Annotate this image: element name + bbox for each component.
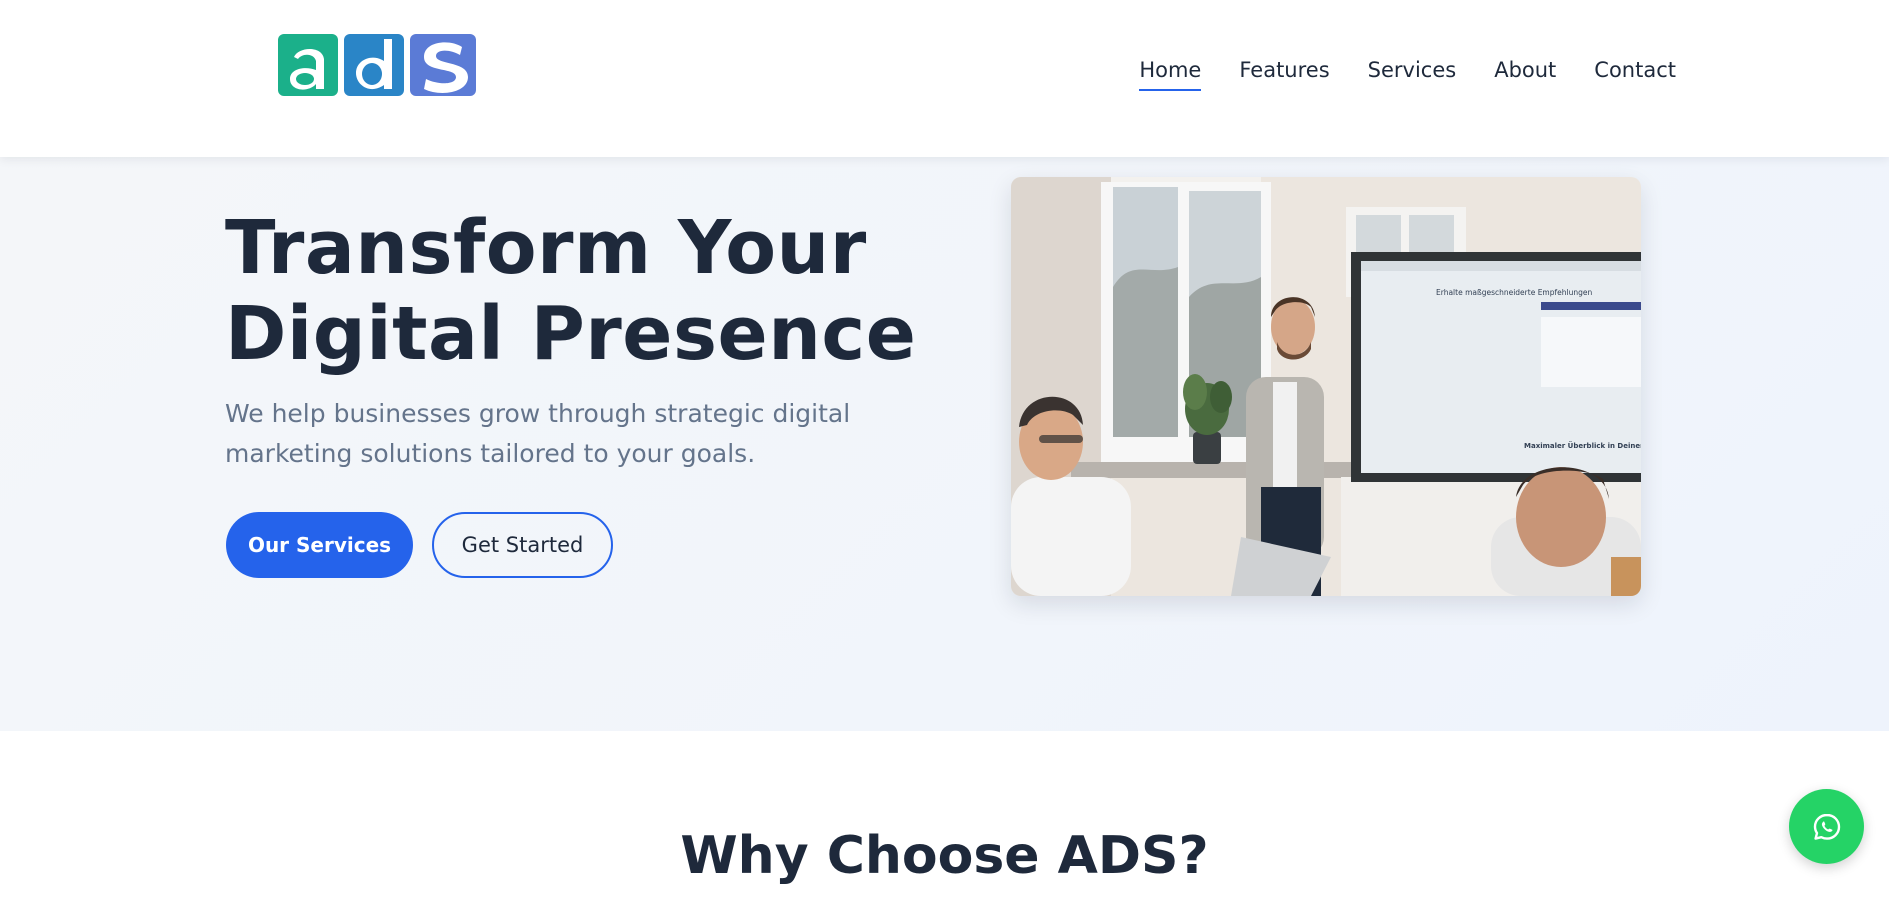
office-meeting-illustration: Erhalte maßgeschneiderte Empfehlungen Ma… bbox=[1011, 177, 1641, 596]
hero-image: Erhalte maßgeschneiderte Empfehlungen Ma… bbox=[1011, 177, 1641, 596]
screen-heading: Erhalte maßgeschneiderte Empfehlungen bbox=[1436, 288, 1592, 297]
screen-caption: Maximaler Überblick in Deiner bbox=[1524, 441, 1641, 450]
nav-home[interactable]: Home bbox=[1139, 58, 1202, 91]
hero-subtitle: We help businesses grow through strategi… bbox=[225, 399, 851, 468]
ads-logo[interactable] bbox=[278, 33, 476, 97]
our-services-button[interactable]: Our Services bbox=[226, 512, 413, 578]
nav-services[interactable]: Services bbox=[1368, 58, 1457, 91]
why-choose-title: Why Choose ADS? bbox=[680, 826, 1209, 886]
nav-features[interactable]: Features bbox=[1239, 58, 1329, 91]
nav-contact[interactable]: Contact bbox=[1594, 58, 1676, 91]
main-nav: Home Features Services About Contact bbox=[1139, 58, 1676, 91]
whatsapp-icon bbox=[1813, 813, 1840, 840]
nav-about[interactable]: About bbox=[1494, 58, 1556, 91]
site-header: Home Features Services About Contact bbox=[0, 0, 1889, 157]
hero-title-line2: Digital Presence bbox=[225, 291, 917, 377]
hero-section: Transform Your Digital Presence We help … bbox=[0, 157, 1889, 731]
get-started-button[interactable]: Get Started bbox=[432, 512, 613, 578]
whatsapp-button[interactable] bbox=[1789, 789, 1864, 864]
hero-title-line1: Transform Your bbox=[225, 205, 867, 291]
hero-title: Transform Your Digital Presence bbox=[225, 205, 925, 377]
